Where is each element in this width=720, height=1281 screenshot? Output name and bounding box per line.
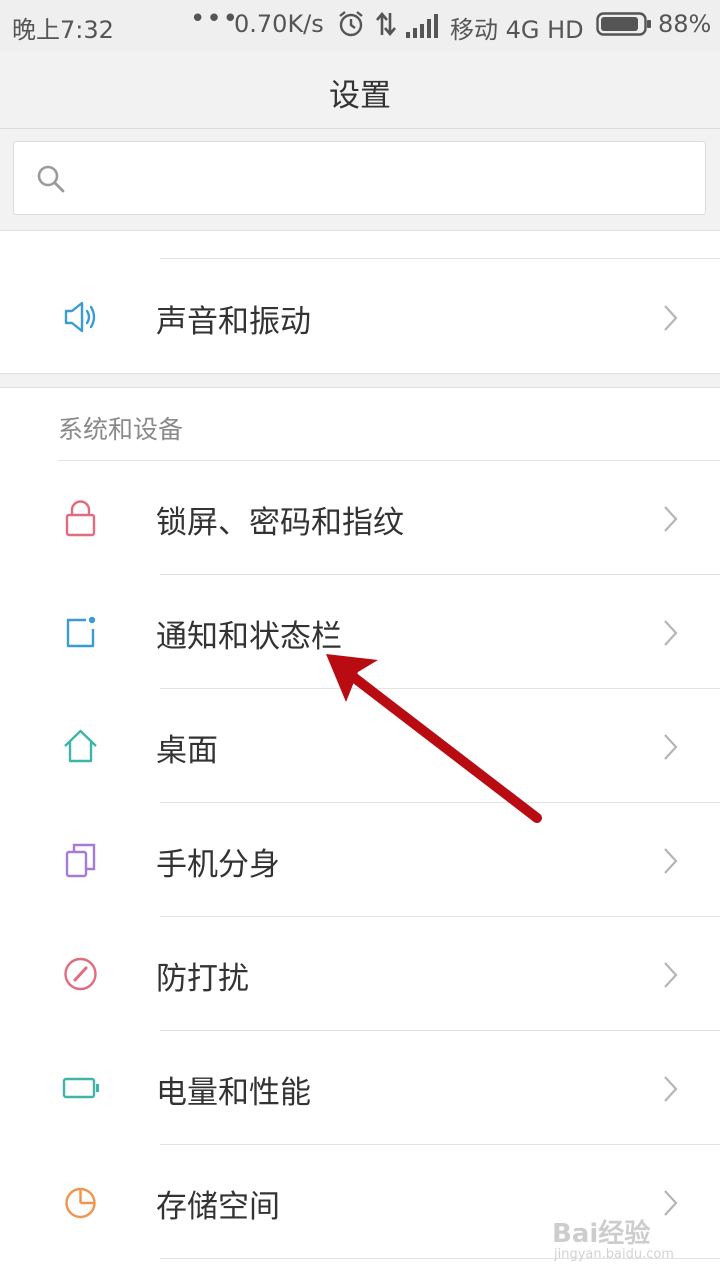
chevron-right-icon [664,506,678,532]
chevron-right-icon [664,620,678,646]
alarm-icon [339,11,363,37]
do-not-disturb-icon [64,957,97,991]
settings-item-second-space[interactable]: 手机分身 [0,803,720,917]
settings-item-battery-performance[interactable]: 电量和性能 [0,1031,720,1145]
storage-pie-icon [65,1187,96,1219]
chevron-right-icon [664,734,678,760]
status-net-speed: 0.70K/s [234,10,324,38]
system-section-card: 系统和设备 锁屏、密码和指纹 通知和状态栏 桌面 手机分身 防打扰 电量和性能 … [0,387,720,1281]
settings-item-label: 桌面 [156,733,218,769]
divider [160,258,720,259]
battery-icon [62,1077,99,1099]
home-icon [64,729,97,763]
settings-item-label: 存储空间 [156,1189,280,1225]
watermark-url: jingyan.baidu.com [554,1247,674,1262]
settings-item-label: 手机分身 [156,847,280,883]
page-title: 设置 [329,78,391,114]
settings-item-label: 通知和状态栏 [156,619,342,655]
settings-item-label: 声音和振动 [156,304,311,340]
watermark-logo: Bai经验 [552,1219,651,1249]
sound-group-card: 声音和振动 [0,230,720,374]
notification-icon [66,616,96,648]
settings-item-sound[interactable]: 声音和振动 [0,260,720,374]
watermark: Bai经验 jingyan.baidu.com [552,1213,692,1269]
search-icon [37,165,65,193]
signal-icon [406,14,438,38]
chevron-right-icon [664,305,678,331]
status-time: 晚上7:32 [12,16,114,44]
search-box[interactable] [13,141,706,215]
speaker-icon [64,301,96,333]
title-bar: 设置 [0,50,720,129]
status-more-dots: ••• [190,4,240,34]
search-input[interactable] [78,156,692,202]
second-space-icon [65,843,96,878]
settings-item-do-not-disturb[interactable]: 防打扰 [0,917,720,1031]
chevron-right-icon [664,962,678,988]
status-battery-percent: 88% [658,10,712,38]
settings-item-label: 锁屏、密码和指纹 [156,505,404,541]
data-transfer-icon [376,11,396,37]
chevron-right-icon [664,848,678,874]
section-header: 系统和设备 [58,415,184,444]
settings-item-home-screen[interactable]: 桌面 [0,689,720,803]
battery-icon [596,12,651,36]
lock-icon [65,500,96,537]
settings-item-lockscreen[interactable]: 锁屏、密码和指纹 [0,461,720,575]
status-carrier: 移动 4G HD [450,16,584,44]
chevron-right-icon [664,1076,678,1102]
settings-item-label: 电量和性能 [156,1075,311,1111]
settings-item-notifications[interactable]: 通知和状态栏 [0,575,720,689]
settings-item-label: 防打扰 [156,961,249,997]
status-bar: 晚上7:32 ••• 0.70K/s 移动 4G HD 88% [0,0,720,50]
